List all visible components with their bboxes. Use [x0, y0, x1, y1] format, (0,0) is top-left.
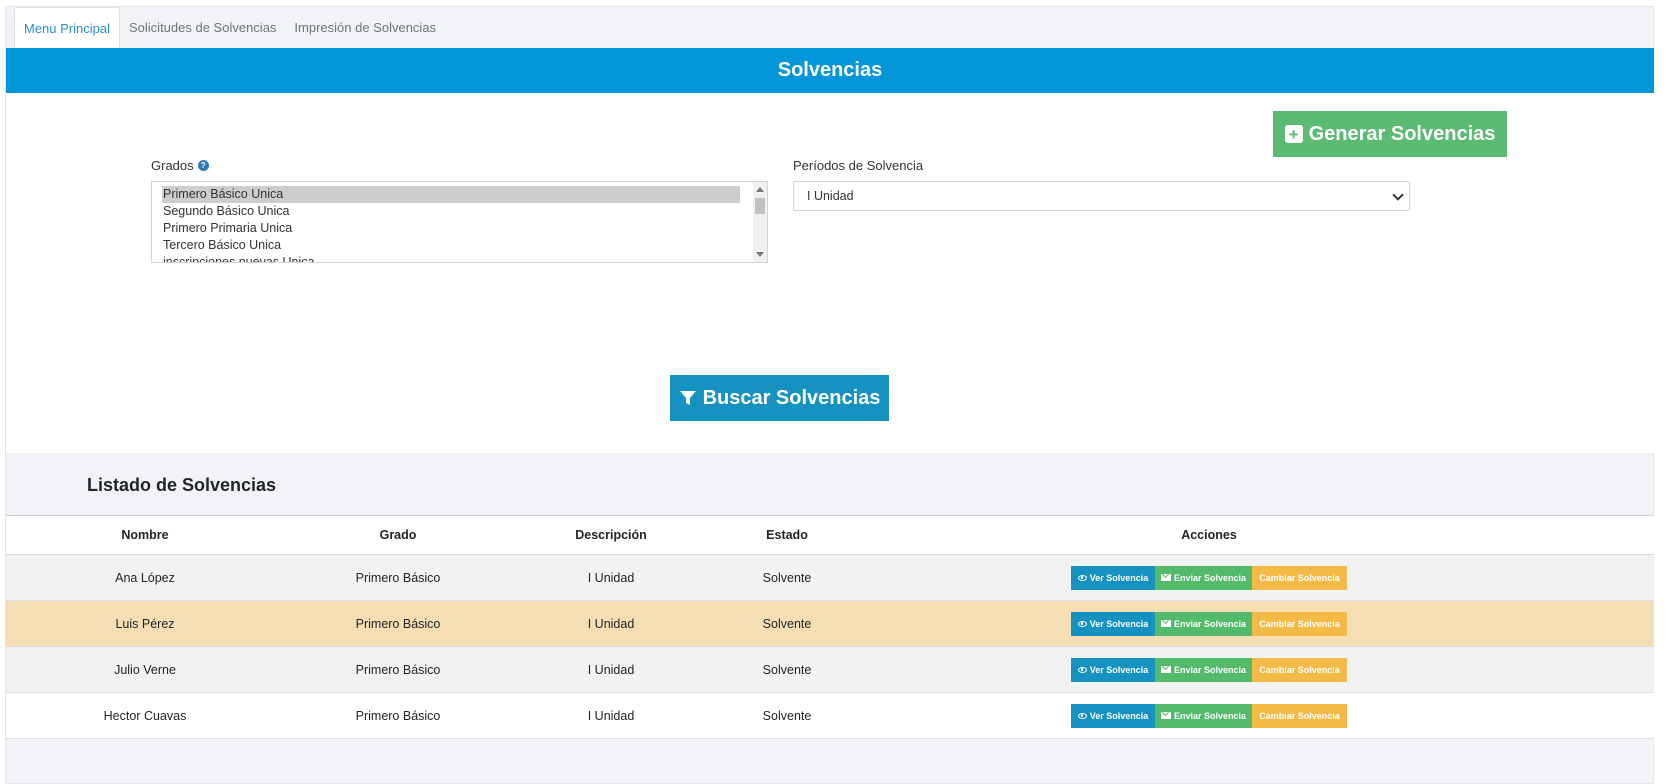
tab-menu-principal[interactable]: Menu Principal [14, 7, 120, 48]
tab-solicitudes-solvencias[interactable]: Solicitudes de Solvencias [120, 7, 285, 48]
tab-impresion-solvencias[interactable]: Impresión de Solvencias [285, 7, 445, 48]
periodos-selected-value: I Unidad [807, 189, 854, 203]
cell-estado: Solvente [762, 708, 812, 723]
solvencias-panel: Solvencias + Generar Solvencias Grados ?… [6, 48, 1654, 453]
cell-descripcion: I Unidad [587, 616, 635, 631]
ver-solvencia-button[interactable]: Ver Solvencia [1071, 611, 1155, 636]
enviar-solvencia-button[interactable]: Enviar Solvencia [1155, 657, 1252, 682]
scroll-down-arrow-icon[interactable] [756, 252, 764, 257]
cell-estado: Solvente [762, 570, 812, 585]
cell-nombre: Julio Verne [114, 662, 176, 677]
cell-acciones: Ver Solvencia Enviar Solvencia Cambiar S… [1071, 693, 1347, 738]
enviar-solvencia-label: Enviar Solvencia [1173, 618, 1246, 629]
grados-option[interactable]: Segundo Básico Unica [152, 203, 740, 220]
scroll-up-arrow-icon[interactable] [756, 187, 764, 192]
eye-icon [1077, 666, 1087, 673]
ver-solvencia-label: Ver Solvencia [1089, 618, 1149, 629]
cambiar-solvencia-label: Cambiar Solvencia [1259, 618, 1340, 629]
envelope-icon [1161, 712, 1171, 719]
cell-estado: Solvente [762, 616, 812, 631]
enviar-solvencia-label: Enviar Solvencia [1173, 664, 1246, 675]
grados-label-group: Grados ? [151, 158, 209, 173]
column-header-descripcion: Descripción [575, 528, 647, 542]
ver-solvencia-button[interactable]: Ver Solvencia [1071, 565, 1155, 590]
enviar-solvencia-label: Enviar Solvencia [1173, 572, 1246, 583]
cambiar-solvencia-label: Cambiar Solvencia [1259, 664, 1340, 675]
cell-grado: Primero Básico [355, 570, 441, 585]
filter-icon [679, 391, 696, 405]
generate-solvencias-label: Generar Solvencias [1308, 122, 1496, 145]
cell-descripcion: I Unidad [587, 570, 635, 585]
cell-descripcion: I Unidad [587, 708, 635, 723]
scrollbar-thumb[interactable] [755, 198, 765, 214]
cell-acciones: Ver Solvencia Enviar Solvencia Cambiar S… [1071, 601, 1347, 646]
buscar-solvencias-label: Buscar Solvencias [702, 386, 881, 409]
eye-icon [1077, 620, 1087, 627]
solvencias-table: Nombre Grado Descripción Estado Acciones… [6, 515, 1654, 739]
cambiar-solvencia-button[interactable]: Cambiar Solvencia [1252, 703, 1347, 728]
cambiar-solvencia-button[interactable]: Cambiar Solvencia [1252, 657, 1347, 682]
ver-solvencia-label: Ver Solvencia [1089, 572, 1149, 583]
tab-bar: Menu Principal Solicitudes de Solvencias… [14, 7, 445, 48]
grados-option[interactable]: inscripciones nuevas Unica [152, 254, 740, 262]
periodos-label: Períodos de Solvencia [793, 158, 924, 173]
cell-grado: Primero Básico [355, 662, 441, 677]
eye-icon [1077, 712, 1087, 719]
listbox-scrollbar[interactable] [753, 182, 767, 262]
ver-solvencia-button[interactable]: Ver Solvencia [1071, 657, 1155, 682]
ver-solvencia-label: Ver Solvencia [1089, 664, 1149, 675]
envelope-icon [1161, 574, 1171, 581]
enviar-solvencia-button[interactable]: Enviar Solvencia [1155, 703, 1252, 728]
app-frame: Menu Principal Solicitudes de Solvencias… [5, 6, 1654, 784]
plus-square-icon: + [1284, 125, 1303, 143]
cell-nombre: Ana López [115, 570, 175, 585]
cambiar-solvencia-button[interactable]: Cambiar Solvencia [1252, 611, 1347, 636]
table-header: Nombre Grado Descripción Estado Acciones [6, 516, 1654, 555]
cell-descripcion: I Unidad [587, 662, 635, 677]
column-header-acciones: Acciones [1181, 528, 1237, 542]
panel-title: Solvencias [6, 48, 1654, 93]
cell-nombre: Luis Pérez [115, 616, 175, 631]
cambiar-solvencia-button[interactable]: Cambiar Solvencia [1252, 565, 1347, 590]
envelope-icon [1161, 620, 1171, 627]
envelope-icon [1161, 666, 1171, 673]
buscar-solvencias-button[interactable]: Buscar Solvencias [670, 375, 889, 421]
enviar-solvencia-button[interactable]: Enviar Solvencia [1155, 565, 1252, 590]
cell-acciones: Ver Solvencia Enviar Solvencia Cambiar S… [1071, 555, 1347, 600]
question-circle-icon[interactable]: ? [197, 160, 209, 171]
cell-nombre: Hector Cuavas [103, 708, 187, 723]
grados-option[interactable]: Primero Básico Unica [162, 186, 740, 203]
cell-estado: Solvente [762, 662, 812, 677]
grados-listbox[interactable]: Primero Básico Unica Segundo Básico Unic… [151, 181, 768, 263]
chevron-down-icon [1392, 189, 1404, 201]
cambiar-solvencia-label: Cambiar Solvencia [1259, 710, 1340, 721]
column-header-grado: Grado [379, 528, 417, 542]
column-header-nombre: Nombre [121, 528, 169, 542]
column-header-estado: Estado [766, 528, 808, 542]
enviar-solvencia-button[interactable]: Enviar Solvencia [1155, 611, 1252, 636]
cambiar-solvencia-label: Cambiar Solvencia [1259, 572, 1340, 583]
generate-solvencias-button[interactable]: + Generar Solvencias [1273, 111, 1507, 157]
eye-icon [1077, 574, 1087, 581]
cell-grado: Primero Básico [355, 616, 441, 631]
list-title: Listado de Solvencias [87, 475, 277, 495]
table-row: Hector Cuavas Primero Básico I Unidad So… [6, 693, 1654, 739]
ver-solvencia-label: Ver Solvencia [1089, 710, 1149, 721]
cell-acciones: Ver Solvencia Enviar Solvencia Cambiar S… [1071, 647, 1347, 692]
table-row: Luis Pérez Primero Básico I Unidad Solve… [6, 601, 1654, 647]
periodos-select[interactable]: I Unidad [793, 181, 1410, 211]
cell-grado: Primero Básico [355, 708, 441, 723]
enviar-solvencia-label: Enviar Solvencia [1173, 710, 1246, 721]
grados-option[interactable]: Tercero Básico Unica [152, 237, 740, 254]
ver-solvencia-button[interactable]: Ver Solvencia [1071, 703, 1155, 728]
table-row: Ana López Primero Básico I Unidad Solven… [6, 555, 1654, 601]
table-row: Julio Verne Primero Básico I Unidad Solv… [6, 647, 1654, 693]
grados-label: Grados [151, 158, 194, 173]
grados-option[interactable]: Primero Primaria Unica [152, 220, 740, 237]
